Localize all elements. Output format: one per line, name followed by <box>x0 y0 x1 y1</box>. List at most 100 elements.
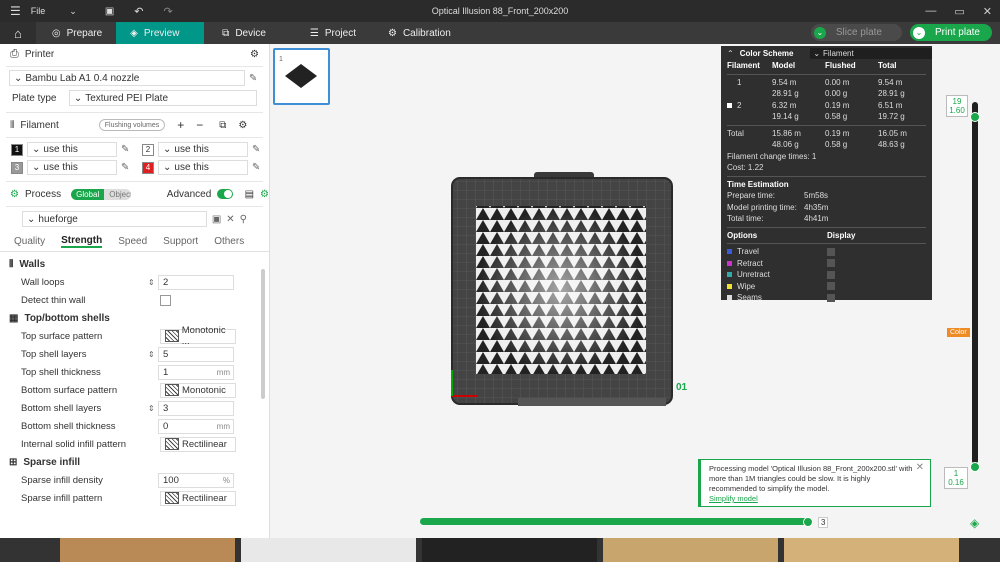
filament-select[interactable]: ⌄ use this <box>158 160 248 175</box>
top-surface-pattern-select[interactable]: Monotonic ... <box>160 325 236 347</box>
filament-swatch[interactable]: 1 <box>11 143 23 156</box>
display-checkbox[interactable] <box>827 293 835 302</box>
edit-filament-icon[interactable]: ✎ <box>121 144 129 155</box>
tab-device[interactable]: ⧉ Device <box>204 22 280 44</box>
bottom-shell-thickness-input[interactable]: 0 mm <box>158 418 234 434</box>
tab-calibration-label: Calibration <box>402 27 451 39</box>
slice-plate-button[interactable]: ⌄ Slice plate <box>810 24 902 41</box>
internal-solid-infill-select[interactable]: Rectilinear <box>160 436 236 452</box>
bottom-layer-handle[interactable] <box>970 462 980 472</box>
save-preset-icon[interactable]: ▣ <box>212 214 221 225</box>
file-menu[interactable]: File <box>31 6 46 16</box>
tab-quality[interactable]: Quality <box>14 236 45 247</box>
color-tag-top[interactable]: Color <box>947 328 970 337</box>
tab-others[interactable]: Others <box>214 236 244 247</box>
bottom-shell-layers-stepper[interactable]: ⇕ 3 <box>148 400 234 416</box>
flushing-volumes-button[interactable]: Flushing volumes <box>98 119 166 131</box>
display-checkbox[interactable] <box>827 247 835 256</box>
tab-prepare[interactable]: ◎ Prepare <box>36 22 116 44</box>
home-button[interactable]: ⌂ <box>0 22 36 44</box>
undo-icon[interactable]: ↶ <box>134 5 143 18</box>
close-icon[interactable]: ✕ <box>226 214 234 225</box>
move-slider[interactable] <box>420 518 812 525</box>
process-preset-select[interactable]: ⌄ hueforge <box>22 211 207 227</box>
advanced-toggle[interactable] <box>217 189 233 199</box>
move-slider-handle[interactable] <box>803 517 814 527</box>
compare-icon[interactable]: ▤ <box>245 189 254 200</box>
edit-filament-icon[interactable]: ✎ <box>121 162 129 173</box>
sparse-infill-density-input[interactable]: 100% <box>158 472 234 488</box>
wall-loops-stepper[interactable]: ⇕ 2 <box>148 274 234 290</box>
printer-select[interactable]: ⌄ Bambu Lab A1 0.4 nozzle <box>9 70 245 86</box>
sparse-infill-pattern-select[interactable]: Rectilinear <box>160 490 236 506</box>
simplify-model-link[interactable]: Simplify model <box>709 494 922 504</box>
filament-swatch[interactable]: 2 <box>142 143 154 156</box>
filament-slot-2[interactable]: 2 ⌄ use this ✎ <box>142 142 269 157</box>
tab-speed[interactable]: Speed <box>118 236 147 247</box>
build-plate[interactable] <box>448 172 680 412</box>
setting-label: Bottom shell thickness <box>21 420 116 432</box>
plate-thumbnail[interactable]: 1 <box>273 48 330 105</box>
display-checkbox[interactable] <box>827 259 835 268</box>
preview-viewport[interactable]: 1 01 ⌃ Color Scheme ⌄ Filament Filament … <box>270 44 1000 538</box>
process-settings-icon[interactable]: ⚙ <box>260 189 269 200</box>
filament-slot-4[interactable]: 4 ⌄ use this ✎ <box>142 160 269 175</box>
filament-swatch[interactable]: 4 <box>142 161 154 174</box>
filament-slot-1[interactable]: 1 ⌄ use this ✎ <box>11 142 142 157</box>
edit-filament-icon[interactable]: ✎ <box>252 144 260 155</box>
tab-preview[interactable]: ◈ Preview <box>116 22 205 44</box>
top-shell-thickness-input[interactable]: 1 mm <box>158 364 234 380</box>
minimize-icon[interactable]: — <box>925 5 936 17</box>
close-icon[interactable]: ✕ <box>983 5 992 18</box>
filament-settings-icon[interactable]: ⚙ <box>238 120 247 131</box>
display-checkbox[interactable] <box>827 282 835 291</box>
remove-filament-icon[interactable]: − <box>196 118 203 132</box>
process-scope-toggle[interactable]: Global Objects <box>71 188 131 200</box>
filament-select[interactable]: ⌄ use this <box>27 142 117 157</box>
tab-strength[interactable]: Strength <box>61 235 103 248</box>
printer-settings-icon[interactable]: ⚙ <box>250 49 259 60</box>
close-icon[interactable]: ✕ <box>916 463 924 473</box>
display-checkbox[interactable] <box>827 270 835 279</box>
plate-label: 01 <box>676 382 688 393</box>
pattern-icon <box>165 438 179 450</box>
edit-printer-icon[interactable]: ✎ <box>249 73 257 84</box>
settings-scrollbar[interactable] <box>261 269 265 399</box>
tab-support[interactable]: Support <box>163 236 198 247</box>
setting-row: Bottom shell thickness 0 mm <box>0 417 269 435</box>
chevron-down-icon[interactable]: ⌄ <box>69 6 77 17</box>
filament-select[interactable]: ⌄ use this <box>158 142 248 157</box>
filament-swatch[interactable]: 3 <box>11 161 23 174</box>
unit-label: % <box>222 475 230 485</box>
slice-dropdown-icon[interactable]: ⌄ <box>813 26 826 39</box>
sync-filament-icon[interactable]: ⧉ <box>219 120 226 131</box>
objects-option[interactable]: Objects <box>104 188 131 200</box>
top-shell-layers-stepper[interactable]: ⇕ 5 <box>148 346 234 362</box>
layer-slider[interactable] <box>972 102 978 464</box>
add-filament-icon[interactable]: + <box>177 118 184 132</box>
setting-label: Bottom shell layers <box>21 402 102 414</box>
calibration-icon: ⚙ <box>387 27 397 39</box>
tab-project[interactable]: ☰ Project <box>280 22 370 44</box>
search-icon[interactable]: ⚲ <box>240 214 247 225</box>
maximize-icon[interactable]: ▭ <box>954 5 964 18</box>
top-layer-handle[interactable] <box>970 112 980 122</box>
setting-value: 0 <box>163 420 169 432</box>
redo-icon[interactable]: ↷ <box>164 5 173 18</box>
detect-thin-wall-checkbox[interactable] <box>160 294 171 306</box>
home-icon: ⌂ <box>14 25 22 41</box>
layers-icon[interactable]: ◈ <box>970 516 979 530</box>
tab-calibration[interactable]: ⚙ Calibration <box>370 22 465 44</box>
edit-filament-icon[interactable]: ✎ <box>252 162 260 173</box>
color-scheme-select[interactable]: ⌄ Filament <box>810 47 932 59</box>
print-plate-button[interactable]: ⌄ Print plate <box>909 24 992 41</box>
plate-type-select[interactable]: ⌄ Textured PEI Plate <box>68 90 257 106</box>
save-icon[interactable]: ▣ <box>105 6 114 17</box>
filament-select[interactable]: ⌄ use this <box>27 160 117 175</box>
print-dropdown-icon[interactable]: ⌄ <box>912 26 925 39</box>
hamburger-icon[interactable]: ☰ <box>10 4 21 18</box>
collapse-icon[interactable]: ⌃ <box>727 49 734 58</box>
global-option[interactable]: Global <box>71 188 105 200</box>
bottom-surface-pattern-select[interactable]: Monotonic <box>160 382 236 398</box>
filament-slot-3[interactable]: 3 ⌄ use this ✎ <box>11 160 142 175</box>
